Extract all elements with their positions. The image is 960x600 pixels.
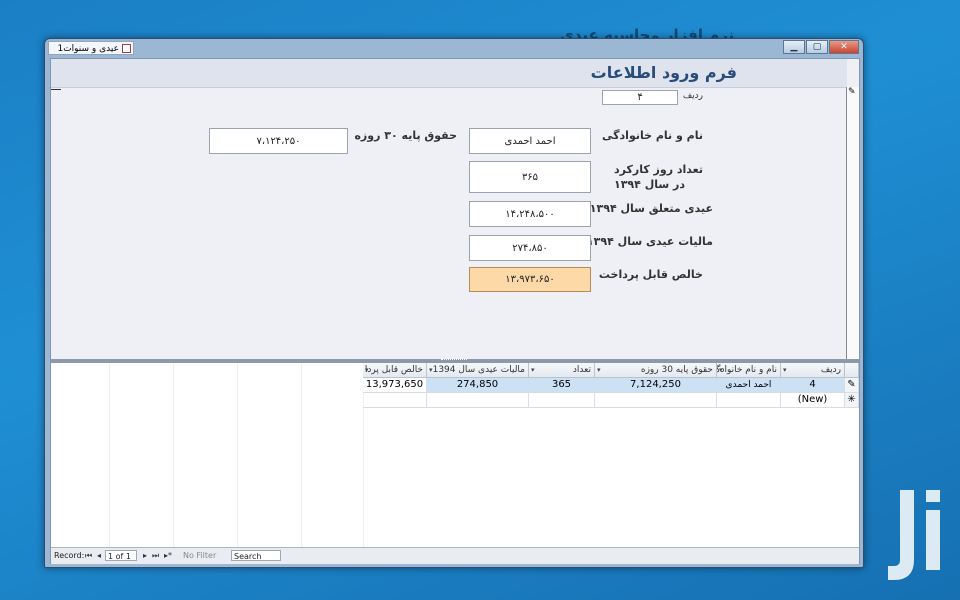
column-dropdown-icon[interactable]: ▾ <box>597 363 601 377</box>
column-header-label: خالص قابل پردا <box>364 365 423 375</box>
column-header-base[interactable]: ▾ حقوق پایه 30 روزه <box>595 363 717 378</box>
first-record-icon[interactable]: ⏮ <box>85 550 92 561</box>
record-selector[interactable]: ✎ <box>846 87 859 359</box>
datasheet-header: ▾ خالص قابل پردا ▾ مالیات عیدی سال 1394 ▾ ت… <box>51 363 859 378</box>
column-header-tax[interactable]: ▾ مالیات عیدی سال 1394 <box>427 363 529 378</box>
previous-record-icon[interactable]: ◂ <box>97 550 101 561</box>
new-record-cell[interactable]: (New) <box>781 393 845 408</box>
form-header: فرم ورود اطلاعات <box>51 59 847 88</box>
row-selector-edit-icon[interactable]: ✎ <box>845 378 859 393</box>
window-titlebar: عیدی و سنوات1 ▁ ▢ ✕ <box>45 39 863 57</box>
datasheet-view: ▾ خالص قابل پردا ▾ مالیات عیدی سال 1394 ▾ ت… <box>51 363 859 547</box>
column-dropdown-icon[interactable]: ▾ <box>719 363 723 377</box>
next-record-icon[interactable]: ▸ <box>143 550 147 561</box>
record-id-label: ردیف <box>682 91 703 101</box>
cell-name[interactable] <box>717 393 781 408</box>
divider <box>51 89 61 90</box>
search-input[interactable]: Search <box>231 550 281 561</box>
tax-field[interactable]: ۲۷۴،۸۵۰ <box>469 235 591 261</box>
cell-row[interactable]: 4 <box>781 378 845 393</box>
name-field[interactable]: احمد احمدی <box>469 128 591 154</box>
form-icon <box>122 44 131 53</box>
net-payable-label: خالص قابل پرداخت <box>598 268 703 281</box>
access-window: عیدی و سنوات1 ▁ ▢ ✕ فرم ورود اطلاعات ✎ ر… <box>44 38 864 568</box>
edit-pencil-icon: ✎ <box>848 87 856 97</box>
base-salary-field[interactable]: ۷،۱۲۴،۲۵۰ <box>209 128 348 154</box>
workdays-field[interactable]: ۳۶۵ <box>469 161 591 193</box>
column-header-row[interactable]: ▾ ردیف <box>781 363 845 378</box>
cell-base[interactable] <box>595 393 717 408</box>
cell-net[interactable]: 13,973,650 <box>363 378 427 393</box>
close-button[interactable]: ✕ <box>829 40 859 54</box>
name-label: نام و نام خانوادگی <box>602 129 703 142</box>
select-all-corner[interactable] <box>845 363 859 378</box>
form-tab[interactable]: عیدی و سنوات1 <box>48 41 134 55</box>
column-dropdown-icon[interactable]: ▾ <box>783 363 787 377</box>
new-record-nav-icon[interactable]: ▸* <box>164 550 172 561</box>
cell-base[interactable]: 7,124,250 <box>595 378 717 393</box>
last-record-icon[interactable]: ⏭ <box>152 550 159 561</box>
column-header-net[interactable]: ▾ خالص قابل پردا <box>363 363 427 378</box>
cell-count[interactable]: 365 <box>529 378 595 393</box>
current-record-input[interactable]: 1 of 1 <box>105 550 137 561</box>
split-form: فرم ورود اطلاعات ✎ ردیف ۴ نام و نام خانو… <box>50 58 860 564</box>
record-id-field[interactable]: ۴ <box>602 90 678 105</box>
form-heading: فرم ورود اطلاعات <box>590 63 737 82</box>
bazaar-logo-icon <box>888 490 940 580</box>
maximize-button[interactable]: ▢ <box>806 40 828 54</box>
column-dropdown-icon[interactable]: ▾ <box>365 363 369 377</box>
cell-net[interactable] <box>363 393 427 408</box>
bonus-field[interactable]: ۱۴،۲۴۸،۵۰۰ <box>469 201 591 227</box>
column-header-label: تعداد <box>572 365 591 375</box>
new-record-row[interactable]: (New) ✳ <box>51 393 859 408</box>
column-dropdown-icon[interactable]: ▾ <box>531 363 535 377</box>
cell-count[interactable] <box>529 393 595 408</box>
column-header-count[interactable]: ▾ تعداد <box>529 363 595 378</box>
cell-tax[interactable]: 274,850 <box>427 378 529 393</box>
minimize-button[interactable]: ▁ <box>783 40 805 54</box>
column-header-label: ردیف <box>820 365 841 375</box>
tax-label: مالیات عیدی سال ۱۳۹۴ <box>586 235 713 248</box>
form-view: فرم ورود اطلاعات ✎ ردیف ۴ نام و نام خانو… <box>51 59 859 359</box>
column-header-label: حقوق پایه 30 روزه <box>640 365 713 375</box>
filter-indicator[interactable]: No Filter <box>183 550 216 561</box>
workdays-label-year: در سال ۱۳۹۴ <box>614 178 685 191</box>
navigation-bar: Record: ⏮ ◂ 1 of 1 ▸ ⏭ ▸* No Filter Sear… <box>51 547 859 564</box>
table-row[interactable]: 13,973,650 274,850 365 7,124,250 احمد اح… <box>51 378 859 393</box>
cell-tax[interactable] <box>427 393 529 408</box>
workdays-label: تعداد روز کارکرد <box>613 163 703 176</box>
net-payable-field[interactable]: ۱۳،۹۷۳،۶۵۰ <box>469 267 591 292</box>
column-header-label: نام و نام خانوادگ <box>717 365 777 375</box>
column-header-name[interactable]: ▾ نام و نام خانوادگ <box>717 363 781 378</box>
column-dropdown-icon[interactable]: ▾ <box>429 363 433 377</box>
column-header-label: مالیات عیدی سال 1394 <box>432 365 525 375</box>
record-nav-label: Record: <box>54 551 85 560</box>
window-controls: ▁ ▢ ✕ <box>782 40 859 54</box>
base-salary-label: حقوق پایه ۳۰ روزه <box>354 129 457 142</box>
form-tab-label: عیدی و سنوات1 <box>57 44 119 54</box>
bonus-label: عیدی متعلق سال ۱۳۹۴ <box>589 202 713 215</box>
new-record-icon[interactable]: ✳ <box>845 393 859 408</box>
cell-name[interactable]: احمد احمدی <box>717 378 781 393</box>
